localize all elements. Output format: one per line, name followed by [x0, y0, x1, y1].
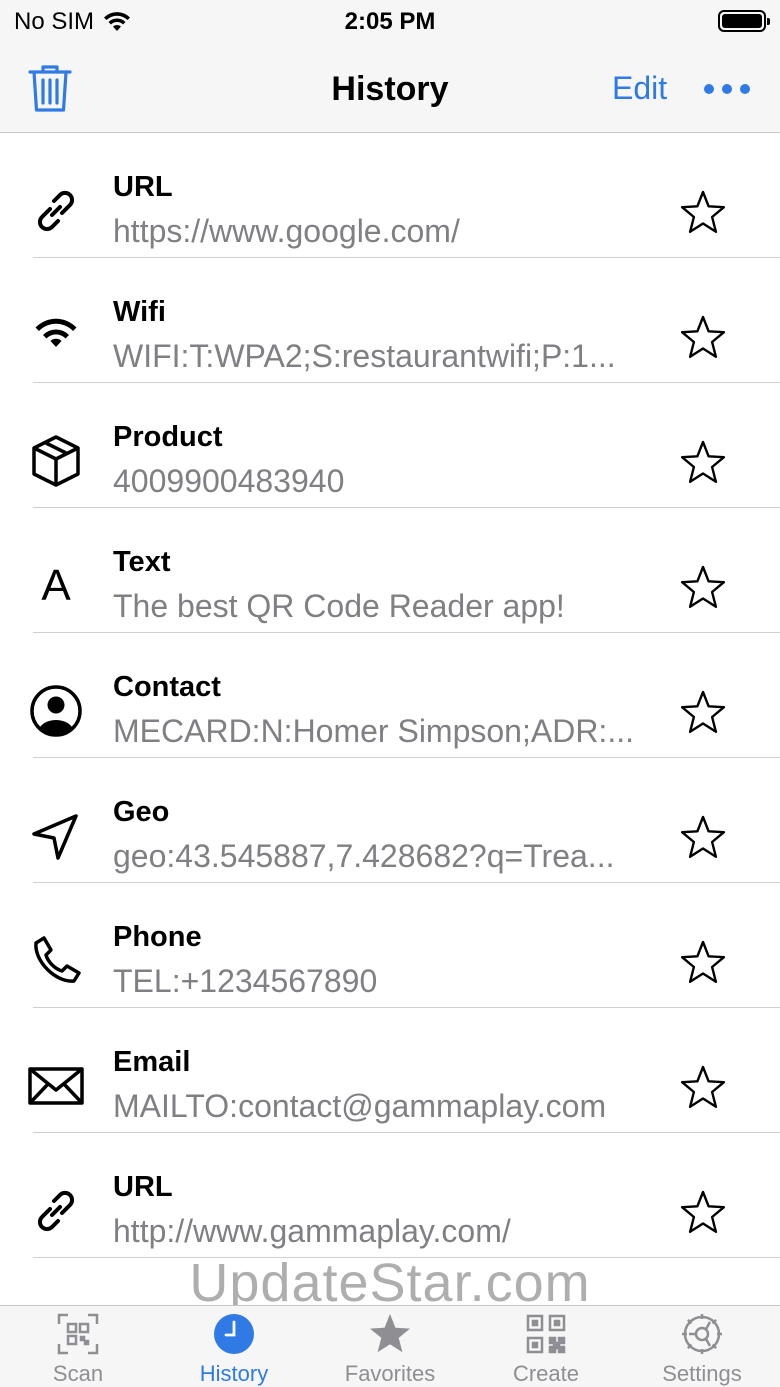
row-title: URL — [113, 1171, 173, 1203]
link-icon — [37, 190, 75, 232]
row-value: geo:43.545887,7.428682?q=Trea... — [113, 838, 615, 874]
tab-label: Scan — [52, 1361, 104, 1386]
phone-icon — [34, 936, 81, 983]
history-row-text[interactable]: A Text The best QR Code Reader app! — [0, 508, 780, 633]
location-arrow-icon — [32, 814, 78, 860]
favorite-star-icon[interactable] — [680, 939, 726, 985]
favorite-star-icon[interactable] — [680, 689, 726, 735]
favorite-star-icon[interactable] — [680, 314, 726, 360]
row-value: MECARD:N:Homer Simpson;ADR:... — [113, 713, 634, 749]
tab-scan[interactable]: Scan — [0, 1306, 156, 1387]
favorite-star-icon[interactable] — [680, 189, 726, 235]
tab-label: History — [199, 1361, 269, 1386]
row-value: The best QR Code Reader app! — [113, 588, 565, 624]
more-dot — [740, 84, 750, 94]
history-row-wifi[interactable]: Wifi WIFI:T:WPA2;S:restaurantwifi;P:1... — [0, 258, 780, 383]
tab-label: Favorites — [344, 1361, 436, 1386]
gear-icon — [682, 1314, 722, 1354]
envelope-icon — [28, 1067, 84, 1105]
qr-code-icon — [526, 1314, 566, 1354]
history-row-url[interactable]: URL https://www.google.com/ — [0, 133, 780, 258]
row-title: Product — [113, 421, 223, 453]
navigation-bar: History Edit — [0, 44, 780, 133]
history-row-email[interactable]: Email MAILTO:contact@gammaplay.com — [0, 1008, 780, 1133]
more-options-button[interactable] — [704, 84, 752, 100]
row-title: Phone — [113, 921, 202, 953]
tab-label: Create — [512, 1361, 580, 1386]
row-title: Text — [113, 546, 171, 578]
row-title: Wifi — [113, 296, 166, 328]
favorite-star-icon[interactable] — [680, 1064, 726, 1110]
box-icon — [32, 435, 80, 487]
clock-icon — [214, 1314, 254, 1354]
row-title: Email — [113, 1046, 191, 1078]
link-icon — [37, 1190, 75, 1232]
more-dot — [704, 84, 714, 94]
tab-history[interactable]: History — [156, 1306, 312, 1387]
favorite-star-icon[interactable] — [680, 1189, 726, 1235]
row-value: https://www.google.com/ — [113, 213, 460, 249]
text-icon: A — [41, 561, 71, 610]
battery-icon — [718, 10, 770, 32]
history-row-product[interactable]: Product 4009900483940 — [0, 383, 780, 508]
person-circle-icon — [30, 685, 82, 737]
edit-button[interactable]: Edit — [612, 70, 667, 107]
history-row-contact[interactable]: Contact MECARD:N:Homer Simpson;ADR:... — [0, 633, 780, 758]
favorite-star-icon[interactable] — [680, 814, 726, 860]
tab-label: Settings — [662, 1361, 742, 1386]
row-value: 4009900483940 — [113, 463, 345, 499]
status-time: 2:05 PM — [344, 8, 436, 35]
tab-favorites[interactable]: Favorites — [312, 1306, 468, 1387]
wifi-icon — [35, 318, 77, 347]
row-value: WIFI:T:WPA2;S:restaurantwifi;P:1... — [113, 338, 616, 374]
history-row-geo[interactable]: Geo geo:43.545887,7.428682?q=Trea... — [0, 758, 780, 883]
more-dot — [722, 84, 732, 94]
history-row-url[interactable]: URL http://www.gammaplay.com/ — [0, 1133, 780, 1258]
tab-create[interactable]: Create — [468, 1306, 624, 1387]
row-value: TEL:+1234567890 — [113, 963, 378, 999]
favorite-star-icon[interactable] — [680, 439, 726, 485]
star-icon — [370, 1314, 410, 1353]
row-title: URL — [113, 171, 173, 203]
row-title: Contact — [113, 671, 221, 703]
tab-bar: Scan History Favorites Create Settings — [0, 1305, 780, 1387]
favorite-star-icon[interactable] — [680, 564, 726, 610]
history-list: URL https://www.google.com/ Wifi WIFI:T:… — [0, 133, 780, 1258]
status-bar: No SIM 2:05 PM — [0, 0, 780, 44]
history-row-phone[interactable]: Phone TEL:+1234567890 — [0, 883, 780, 1008]
row-value: http://www.gammaplay.com/ — [113, 1213, 511, 1249]
row-title: Geo — [113, 796, 170, 828]
tab-settings[interactable]: Settings — [624, 1306, 780, 1387]
qr-scan-icon — [57, 1313, 99, 1355]
row-value: MAILTO:contact@gammaplay.com — [113, 1088, 607, 1124]
